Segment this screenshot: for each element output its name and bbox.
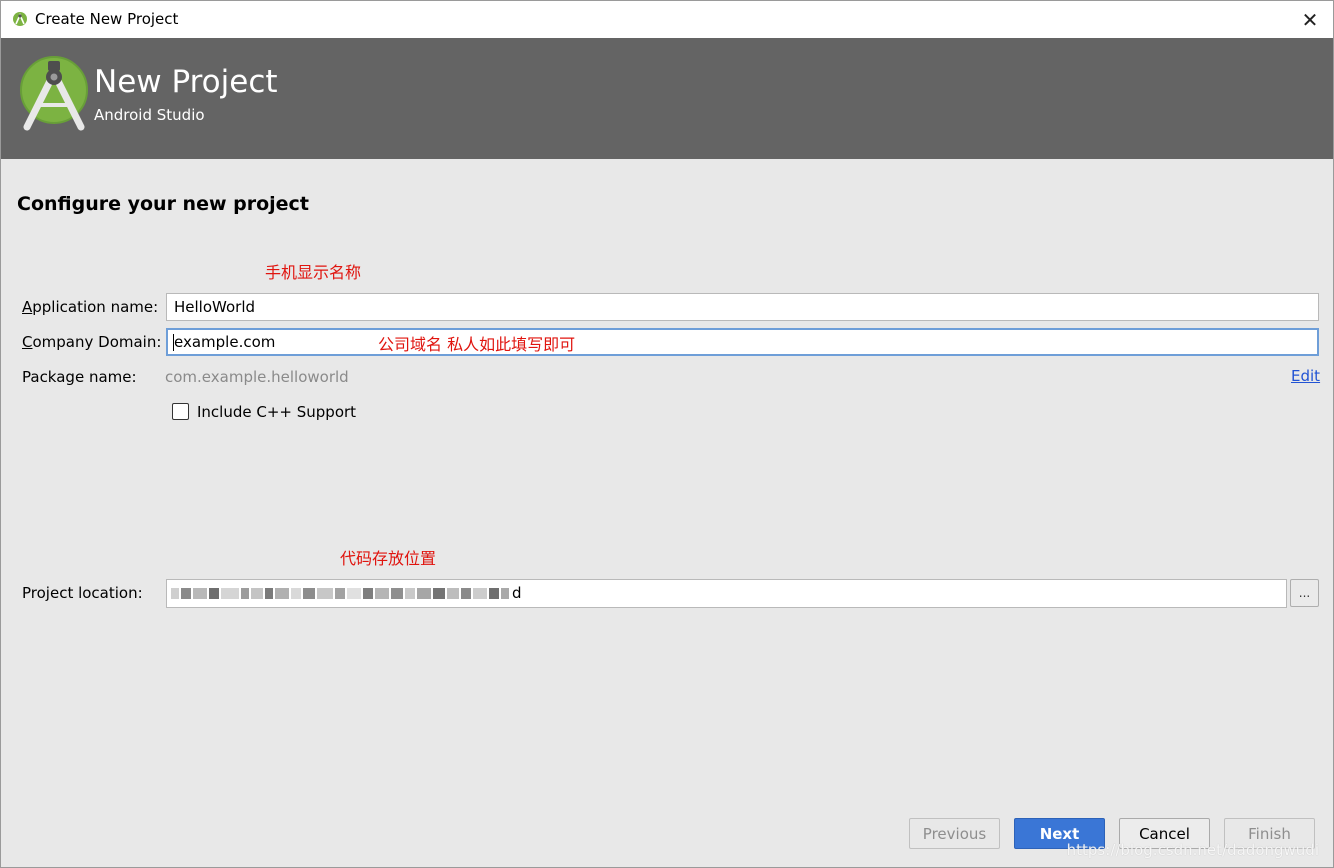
app-name-label: Application name: <box>22 298 158 316</box>
annotation-domain: 公司域名 私人如此填写即可 <box>378 335 576 354</box>
company-domain-input[interactable]: example.com <box>166 328 1319 356</box>
annotation-location: 代码存放位置 <box>340 549 437 568</box>
banner-title: New Project <box>94 64 278 100</box>
previous-button[interactable]: Previous <box>909 818 1000 849</box>
android-studio-small-icon <box>13 12 27 26</box>
package-name-label: Package name: <box>22 368 137 386</box>
app-name-label-text: pplication name: <box>32 298 159 316</box>
project-location-label: Project location: <box>22 584 143 602</box>
banner-subtitle: Android Studio <box>94 106 205 124</box>
company-domain-mnemonic: C <box>22 333 33 351</box>
project-location-tail: d <box>512 584 522 602</box>
browse-button[interactable]: ... <box>1290 579 1319 607</box>
company-domain-value: example.com <box>174 333 276 351</box>
header-banner: New Project Android Studio <box>1 38 1333 159</box>
app-name-mnemonic: A <box>22 298 33 316</box>
window-title: Create New Project <box>35 10 179 28</box>
annotation-app-name: 手机显示名称 <box>265 263 362 282</box>
cpp-support-checkbox[interactable] <box>172 403 189 420</box>
company-domain-label-text: ompany Domain: <box>32 333 162 351</box>
app-name-input[interactable]: HelloWorld <box>166 293 1319 321</box>
watermark-text: https://blog.csdn.net/dadongwudi <box>1066 841 1319 859</box>
project-location-input[interactable]: d <box>166 579 1287 608</box>
package-name-value: com.example.helloworld <box>165 368 349 386</box>
company-domain-label: Company Domain: <box>22 333 161 351</box>
android-studio-icon <box>20 56 88 131</box>
page-title: Configure your new project <box>17 193 309 215</box>
create-project-dialog: Create New Project ✕ New Project Android… <box>0 0 1334 868</box>
app-name-value: HelloWorld <box>174 298 256 316</box>
close-icon[interactable]: ✕ <box>1287 1 1333 38</box>
edit-package-link[interactable]: Edit <box>1291 367 1320 385</box>
cpp-support-label[interactable]: Include C++ Support <box>197 403 356 421</box>
title-bar: Create New Project ✕ <box>1 1 1333 38</box>
